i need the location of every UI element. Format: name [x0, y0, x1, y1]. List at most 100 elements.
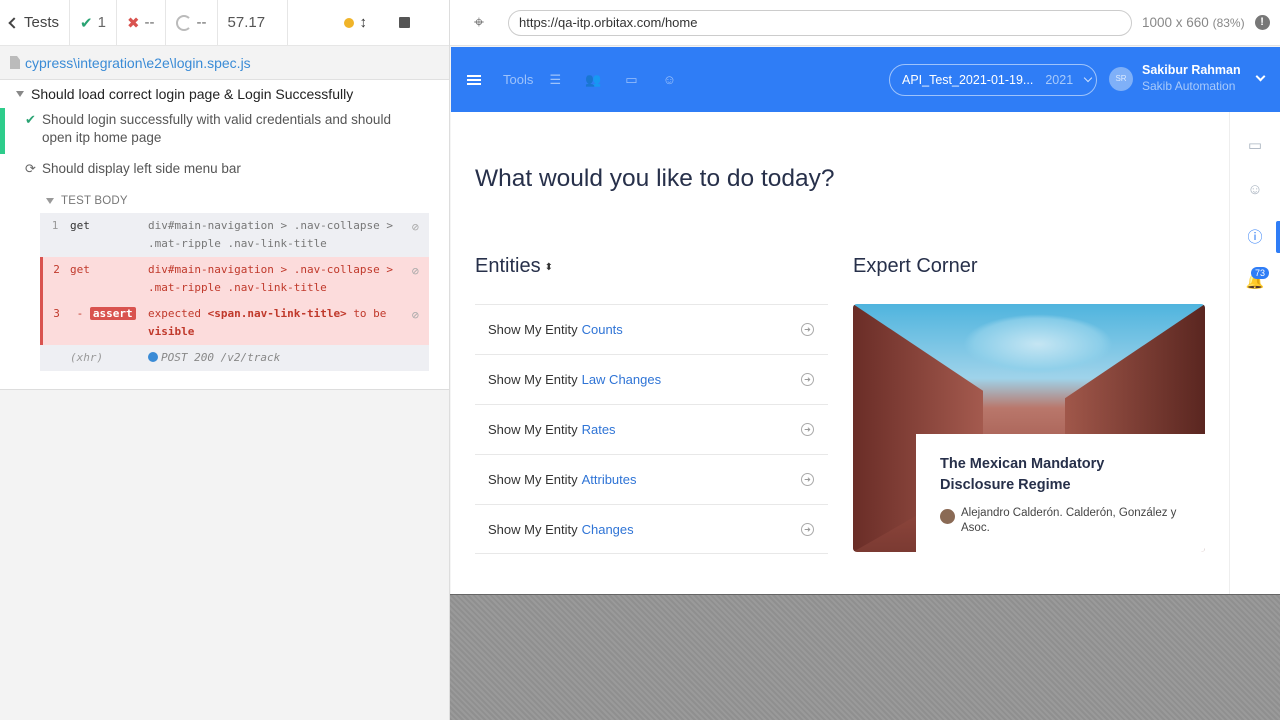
- active-indicator: [1276, 221, 1280, 253]
- entity-item-law-changes[interactable]: Show My Entity Law Changes ➜: [475, 354, 828, 404]
- eye-slash-icon: ⊘: [411, 220, 419, 234]
- pending-stat: --: [166, 0, 218, 46]
- cross-icon: ✖: [126, 14, 140, 32]
- test-title: Should login successfully with valid cre…: [42, 112, 391, 145]
- avatar[interactable]: SR: [1109, 67, 1133, 91]
- selector-playground-icon[interactable]: ⌖: [450, 12, 508, 33]
- command-number: [40, 349, 70, 367]
- spec-path-label: cypress\integration\e2e\login.spec.js: [25, 54, 251, 71]
- list-icon[interactable]: ☰: [545, 72, 565, 88]
- support-agent-icon[interactable]: ☺: [1230, 181, 1280, 198]
- command-message: POST 200 /v2/track: [148, 349, 429, 367]
- command-name: get: [70, 219, 90, 232]
- tests-back-label: Tests: [24, 14, 60, 31]
- entity-selector-value: API_Test_2021-01-19...: [902, 73, 1034, 87]
- right-rail: ▭ ☺ ⓘ 🔔 73: [1229, 112, 1280, 594]
- runnable-tree: Should load correct login page & Login S…: [0, 80, 449, 390]
- pending-count: --: [196, 14, 207, 31]
- sort-icon: ⬍: [544, 262, 553, 273]
- entity-item-changes[interactable]: Show My Entity Changes ➜: [475, 504, 828, 554]
- chevron-down-icon[interactable]: [1255, 71, 1266, 82]
- folders-icon[interactable]: ▭: [621, 72, 641, 88]
- failed-count: --: [144, 14, 155, 31]
- user-name: Sakibur Rahman: [1142, 63, 1241, 77]
- suite-title[interactable]: Should load correct login page & Login S…: [0, 80, 449, 108]
- suite-title-label: Should load correct login page & Login S…: [31, 86, 354, 102]
- chevron-down-icon: [1083, 73, 1093, 83]
- assert-badge: assert: [89, 307, 136, 320]
- user-menu[interactable]: Sakibur Rahman Sakib Automation: [1142, 63, 1241, 93]
- controls: ↕: [288, 0, 421, 46]
- command-name: get: [70, 263, 90, 276]
- hamburger-menu-icon[interactable]: [467, 74, 481, 85]
- command-row[interactable]: 1 get div#main-navigation > .nav-collaps…: [40, 213, 429, 257]
- command-number: 3: [53, 307, 60, 320]
- eye-slash-icon: ⊘: [411, 264, 419, 278]
- test-title: Should display left side menu bar: [42, 161, 241, 176]
- arrow-right-icon: ➜: [801, 523, 814, 536]
- arrow-right-icon: ➜: [801, 373, 814, 386]
- entity-selector[interactable]: API_Test_2021-01-19... 2021: [889, 64, 1097, 96]
- running-indicator-icon: [343, 17, 354, 28]
- pending-icon: [175, 14, 192, 31]
- command-name: (xhr): [70, 351, 104, 364]
- users-icon[interactable]: 👥: [583, 72, 603, 88]
- check-icon: ✔: [80, 14, 93, 32]
- collapse-triangle-icon: [16, 91, 24, 97]
- passed-stat: ✔ 1: [70, 0, 117, 46]
- duration-value: 57.17: [227, 14, 266, 31]
- page-heading: What would you like to do today?: [475, 165, 835, 192]
- user-org: Sakib Automation: [1142, 79, 1236, 93]
- xhr-status-dot-icon: [148, 352, 158, 362]
- aut-header: ⌖ https://qa-itp.orbitax.com/home 1000 x…: [450, 0, 1280, 46]
- entity-year: 2021: [1045, 73, 1074, 87]
- info-icon[interactable]: ⓘ: [1230, 226, 1280, 247]
- article-info: The Mexican Mandatory Disclosure Regime …: [916, 434, 1205, 552]
- viewport-size[interactable]: 1000 x 660 (83%): [1142, 15, 1245, 30]
- test-body-label: TEST BODY: [61, 195, 128, 207]
- article-image-sky: [963, 314, 1113, 374]
- failed-stat: ✖ --: [117, 0, 166, 46]
- command-message: div#main-navigation > .nav-collapse > .m…: [148, 219, 394, 250]
- cypress-reporter: Tests ✔ 1 ✖ -- -- 57.17 ↕ cypress\integr…: [0, 0, 450, 720]
- expert-article-card[interactable]: The Mexican Mandatory Disclosure Regime …: [853, 304, 1205, 552]
- command-row-failed[interactable]: 2 get div#main-navigation > .nav-collaps…: [40, 257, 429, 301]
- support-agent-icon[interactable]: ☺: [659, 72, 679, 87]
- command-row-assert[interactable]: 3 - assert expected <span.nav-link-title…: [40, 301, 429, 345]
- entity-item-counts[interactable]: Show My Entity Counts ➜: [475, 304, 828, 354]
- chevron-left-icon: [8, 16, 20, 29]
- test-running[interactable]: ⟳ Should display left side menu bar: [0, 157, 449, 181]
- entity-actions-list: Show My Entity Counts ➜ Show My Entity Law…: [475, 304, 828, 554]
- command-row-xhr[interactable]: (xhr) POST 200 /v2/track: [40, 345, 429, 371]
- expert-corner-title: Expert Corner: [853, 255, 978, 277]
- passed-count: 1: [97, 14, 106, 31]
- command-number: 1: [51, 219, 59, 232]
- command-message: expected <span.nav-link-title> to be vis…: [148, 307, 387, 338]
- command-name: - assert: [70, 305, 148, 341]
- article-title[interactable]: The Mexican Mandatory Disclosure Regime: [940, 454, 1181, 496]
- stats-bar: Tests ✔ 1 ✖ -- -- 57.17 ↕: [0, 0, 449, 46]
- eye-slash-icon: ⊘: [411, 308, 419, 322]
- tools-menu[interactable]: Tools: [503, 72, 533, 87]
- test-passed[interactable]: ✔ Should login successfully with valid c…: [0, 108, 449, 154]
- arrow-right-icon: ➜: [801, 323, 814, 336]
- article-author: Alejandro Calderón. Calderón, González y…: [940, 506, 1181, 536]
- url-text: https://qa-itp.orbitax.com/home: [519, 15, 698, 30]
- file-icon: [10, 56, 20, 69]
- auto-scroll-toggle-icon[interactable]: ↕: [360, 14, 368, 31]
- command-log: 1 get div#main-navigation > .nav-collaps…: [40, 213, 429, 371]
- test-body-header[interactable]: TEST BODY: [40, 187, 429, 213]
- info-icon[interactable]: !: [1254, 15, 1270, 30]
- author-avatar: [940, 509, 955, 524]
- stop-button[interactable]: [399, 17, 411, 28]
- tests-back-button[interactable]: Tests: [0, 0, 71, 46]
- entity-item-rates[interactable]: Show My Entity Rates ➜: [475, 404, 828, 454]
- refresh-icon: ⟳: [25, 161, 36, 176]
- command-number: 2: [53, 263, 60, 276]
- chat-icon[interactable]: ▭: [1230, 136, 1280, 154]
- entities-title[interactable]: Entities ⬍: [475, 255, 553, 278]
- url-bar[interactable]: https://qa-itp.orbitax.com/home: [508, 9, 1132, 36]
- entity-item-attributes[interactable]: Show My Entity Attributes ➜: [475, 454, 828, 504]
- spec-file-path[interactable]: cypress\integration\e2e\login.spec.js: [0, 46, 449, 80]
- viewport-background: [450, 594, 1280, 720]
